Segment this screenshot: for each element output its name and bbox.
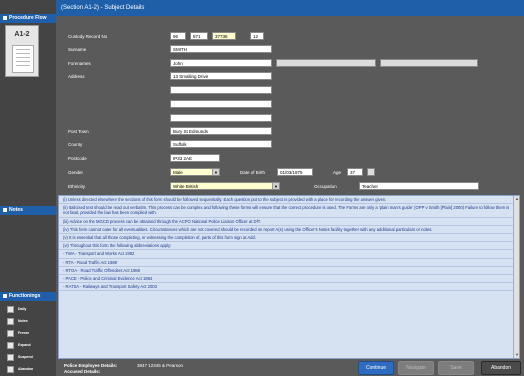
- forenames-field-3[interactable]: [380, 59, 478, 67]
- custody-record-field-1[interactable]: 96: [170, 32, 186, 40]
- custody-record-field-3[interactable]: 37738: [212, 32, 236, 40]
- ethnicity-label: Ethnicity: [68, 184, 86, 189]
- scroll-down-icon[interactable]: ▼: [514, 352, 519, 358]
- postcode-field[interactable]: IP33 2AE: [170, 154, 220, 162]
- address-label: Address: [68, 74, 85, 79]
- surname-label: Surname: [68, 47, 87, 52]
- procedure-flow-header[interactable]: Procedure Flow: [0, 14, 56, 23]
- note-item: - TWA - Transport and Works Act 1992: [59, 250, 519, 259]
- function-label: Expand: [18, 343, 31, 347]
- gender-value: Male: [173, 170, 183, 175]
- function-item[interactable]: Suspend: [7, 354, 56, 362]
- note-item: (i) Unless directed elsewhere the sectio…: [59, 196, 519, 205]
- age-field[interactable]: 37: [347, 168, 363, 176]
- police-employee-label: Police Employee Details:: [64, 363, 118, 368]
- procedure-sidebar: Procedure Flow A1-2 Notes Functionings D…: [0, 0, 56, 376]
- save-button[interactable]: Save: [438, 361, 474, 375]
- function-checkbox[interactable]: [7, 330, 14, 337]
- note-item: - RTA - Road Traffic Act 1988: [59, 259, 519, 267]
- square-icon: [3, 207, 7, 212]
- function-checkbox[interactable]: [7, 366, 14, 373]
- forenames-field-2[interactable]: [276, 59, 376, 67]
- function-checkbox[interactable]: [7, 306, 14, 313]
- navigate-button[interactable]: Navigate: [398, 361, 434, 375]
- custody-record-label: Custody Record No: [68, 34, 108, 39]
- function-checkbox[interactable]: [7, 318, 14, 325]
- function-label: Daily: [18, 307, 27, 311]
- address-line-1[interactable]: 13 Smalling Drive: [170, 72, 272, 80]
- document-icon: [12, 45, 34, 73]
- function-item[interactable]: Abandon: [7, 366, 56, 374]
- notes-scrollbar[interactable]: ▲ ▼: [513, 196, 519, 358]
- address-line-2[interactable]: [170, 86, 272, 94]
- address-line-4[interactable]: [170, 114, 272, 122]
- procedure-flow-label: Procedure Flow: [9, 15, 47, 21]
- function-item[interactable]: Freeze: [7, 330, 56, 338]
- notes-header[interactable]: Notes: [0, 206, 56, 215]
- square-icon: [3, 293, 7, 298]
- postcode-label: Postcode: [68, 156, 87, 161]
- surname-field[interactable]: SMITH: [170, 45, 272, 53]
- county-field[interactable]: Suffolk: [170, 140, 272, 148]
- forenames-label: Forenames: [68, 61, 91, 66]
- ethnicity-select[interactable]: White British ▼: [170, 182, 280, 190]
- post-town-field[interactable]: Bury St Edmunds: [170, 127, 272, 135]
- custody-record-field-2[interactable]: 871: [190, 32, 208, 40]
- age-unknown-checkbox[interactable]: [367, 168, 375, 176]
- occupation-label: Occupation: [314, 184, 337, 189]
- section-tile[interactable]: A1-2: [5, 25, 39, 77]
- county-label: County: [68, 142, 83, 147]
- note-item: (v) It is essential that all those compl…: [59, 234, 519, 243]
- gender-label: Gender: [68, 170, 84, 175]
- note-item: - PACE - Police and Criminal Evidence Ac…: [59, 275, 519, 284]
- guidance-notes-panel: (i) Unless directed elsewhere the sectio…: [58, 195, 520, 359]
- function-checkbox[interactable]: [7, 342, 14, 349]
- page-title: (Section A1-2) - Subject Details: [56, 0, 524, 16]
- post-town-label: Post Town: [68, 129, 89, 134]
- section-tile-label: A1-2: [14, 31, 30, 38]
- function-item[interactable]: Daily: [7, 306, 56, 314]
- note-item: (iv) This form cannot cater for all even…: [59, 226, 519, 235]
- abandon-button[interactable]: Abandon: [481, 361, 521, 375]
- police-employee-value: 3847 12345 & Pearson: [137, 363, 184, 368]
- chevron-down-icon[interactable]: ▼: [272, 183, 279, 189]
- accused-details-label: Accused Details:: [64, 369, 101, 374]
- dob-label: Date of Birth: [240, 170, 266, 175]
- function-checkbox[interactable]: [7, 354, 14, 361]
- note-item: (iii) Advice on the MGCD process can be …: [59, 218, 519, 226]
- note-item: - RATSA - Railways and Transport Safety …: [59, 283, 519, 292]
- function-label: Freeze: [18, 331, 30, 335]
- function-label: Notes: [18, 319, 28, 323]
- ethnicity-value: White British: [173, 184, 199, 189]
- custody-record-field-4[interactable]: 12: [250, 32, 264, 40]
- note-item: (ii) Italicised text should be read out …: [59, 204, 519, 218]
- note-item: - RTOA - Road Traffic Offenders Act 1988: [59, 267, 519, 276]
- function-item[interactable]: Notes: [7, 318, 56, 326]
- function-label: Abandon: [18, 367, 34, 371]
- functionings-header[interactable]: Functionings: [0, 292, 56, 301]
- functionings-label: Functionings: [9, 293, 41, 299]
- dob-field[interactable]: 01/03/1975: [277, 168, 313, 176]
- address-line-3[interactable]: [170, 100, 272, 108]
- square-icon: [3, 15, 7, 20]
- function-item[interactable]: Expand: [7, 342, 56, 350]
- function-label: Suspend: [18, 355, 33, 359]
- forenames-field-1[interactable]: John: [170, 59, 272, 67]
- occupation-field[interactable]: Teacher: [359, 182, 479, 190]
- note-item: (vi) Throughout this form the following …: [59, 242, 519, 251]
- chevron-down-icon[interactable]: ▼: [212, 169, 219, 175]
- scroll-up-icon[interactable]: ▲: [514, 196, 519, 202]
- gender-select[interactable]: Male ▼: [170, 168, 220, 176]
- age-label: Age: [333, 170, 342, 175]
- continue-button[interactable]: Continue: [358, 361, 394, 375]
- notes-label: Notes: [9, 207, 23, 213]
